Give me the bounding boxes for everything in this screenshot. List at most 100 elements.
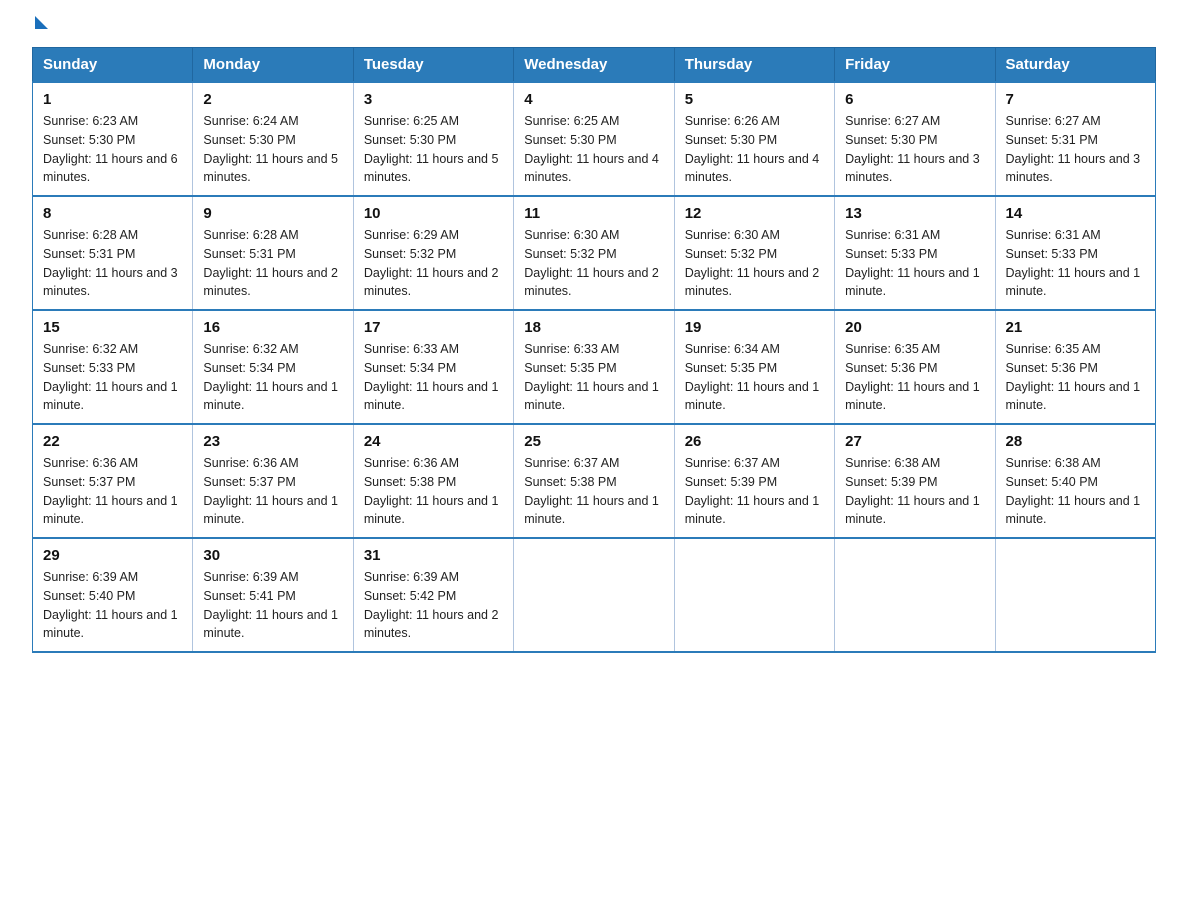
- day-info: Sunrise: 6:36 AMSunset: 5:38 PMDaylight:…: [364, 456, 499, 526]
- calendar-cell: 20 Sunrise: 6:35 AMSunset: 5:36 PMDaylig…: [835, 310, 995, 424]
- calendar-cell: 31 Sunrise: 6:39 AMSunset: 5:42 PMDaylig…: [353, 538, 513, 652]
- day-info: Sunrise: 6:25 AMSunset: 5:30 PMDaylight:…: [524, 114, 659, 184]
- day-info: Sunrise: 6:33 AMSunset: 5:34 PMDaylight:…: [364, 342, 499, 412]
- day-number: 26: [685, 433, 824, 450]
- calendar-header-row: SundayMondayTuesdayWednesdayThursdayFrid…: [33, 48, 1156, 83]
- calendar-cell: 23 Sunrise: 6:36 AMSunset: 5:37 PMDaylig…: [193, 424, 353, 538]
- calendar-cell: 3 Sunrise: 6:25 AMSunset: 5:30 PMDayligh…: [353, 82, 513, 196]
- day-info: Sunrise: 6:27 AMSunset: 5:31 PMDaylight:…: [1006, 114, 1141, 184]
- calendar-cell: [514, 538, 674, 652]
- day-info: Sunrise: 6:29 AMSunset: 5:32 PMDaylight:…: [364, 228, 499, 298]
- day-number: 5: [685, 91, 824, 108]
- day-info: Sunrise: 6:38 AMSunset: 5:40 PMDaylight:…: [1006, 456, 1141, 526]
- col-header-friday: Friday: [835, 48, 995, 83]
- day-info: Sunrise: 6:37 AMSunset: 5:38 PMDaylight:…: [524, 456, 659, 526]
- day-info: Sunrise: 6:27 AMSunset: 5:30 PMDaylight:…: [845, 114, 980, 184]
- calendar-cell: 30 Sunrise: 6:39 AMSunset: 5:41 PMDaylig…: [193, 538, 353, 652]
- day-number: 27: [845, 433, 984, 450]
- col-header-thursday: Thursday: [674, 48, 834, 83]
- day-info: Sunrise: 6:35 AMSunset: 5:36 PMDaylight:…: [1006, 342, 1141, 412]
- day-number: 3: [364, 91, 503, 108]
- calendar-cell: 24 Sunrise: 6:36 AMSunset: 5:38 PMDaylig…: [353, 424, 513, 538]
- calendar-cell: 9 Sunrise: 6:28 AMSunset: 5:31 PMDayligh…: [193, 196, 353, 310]
- col-header-saturday: Saturday: [995, 48, 1155, 83]
- calendar-cell: 25 Sunrise: 6:37 AMSunset: 5:38 PMDaylig…: [514, 424, 674, 538]
- calendar-cell: 4 Sunrise: 6:25 AMSunset: 5:30 PMDayligh…: [514, 82, 674, 196]
- day-number: 11: [524, 205, 663, 222]
- day-info: Sunrise: 6:37 AMSunset: 5:39 PMDaylight:…: [685, 456, 820, 526]
- calendar-cell: 8 Sunrise: 6:28 AMSunset: 5:31 PMDayligh…: [33, 196, 193, 310]
- calendar-cell: 11 Sunrise: 6:30 AMSunset: 5:32 PMDaylig…: [514, 196, 674, 310]
- calendar-cell: 17 Sunrise: 6:33 AMSunset: 5:34 PMDaylig…: [353, 310, 513, 424]
- day-info: Sunrise: 6:39 AMSunset: 5:41 PMDaylight:…: [203, 570, 338, 640]
- day-number: 30: [203, 547, 342, 564]
- day-number: 8: [43, 205, 182, 222]
- logo-arrow-icon: [35, 16, 48, 29]
- calendar-cell: 26 Sunrise: 6:37 AMSunset: 5:39 PMDaylig…: [674, 424, 834, 538]
- day-number: 10: [364, 205, 503, 222]
- day-info: Sunrise: 6:25 AMSunset: 5:30 PMDaylight:…: [364, 114, 499, 184]
- week-row-3: 15 Sunrise: 6:32 AMSunset: 5:33 PMDaylig…: [33, 310, 1156, 424]
- day-info: Sunrise: 6:39 AMSunset: 5:40 PMDaylight:…: [43, 570, 178, 640]
- day-info: Sunrise: 6:32 AMSunset: 5:33 PMDaylight:…: [43, 342, 178, 412]
- day-number: 31: [364, 547, 503, 564]
- calendar-cell: 6 Sunrise: 6:27 AMSunset: 5:30 PMDayligh…: [835, 82, 995, 196]
- week-row-1: 1 Sunrise: 6:23 AMSunset: 5:30 PMDayligh…: [33, 82, 1156, 196]
- calendar-cell: 19 Sunrise: 6:34 AMSunset: 5:35 PMDaylig…: [674, 310, 834, 424]
- day-number: 28: [1006, 433, 1145, 450]
- day-info: Sunrise: 6:31 AMSunset: 5:33 PMDaylight:…: [845, 228, 980, 298]
- day-number: 6: [845, 91, 984, 108]
- header: [32, 24, 1156, 29]
- day-number: 7: [1006, 91, 1145, 108]
- calendar-cell: 1 Sunrise: 6:23 AMSunset: 5:30 PMDayligh…: [33, 82, 193, 196]
- calendar-cell: [674, 538, 834, 652]
- calendar-cell: 18 Sunrise: 6:33 AMSunset: 5:35 PMDaylig…: [514, 310, 674, 424]
- calendar-cell: 15 Sunrise: 6:32 AMSunset: 5:33 PMDaylig…: [33, 310, 193, 424]
- day-info: Sunrise: 6:26 AMSunset: 5:30 PMDaylight:…: [685, 114, 820, 184]
- day-number: 24: [364, 433, 503, 450]
- day-number: 20: [845, 319, 984, 336]
- calendar-cell: 10 Sunrise: 6:29 AMSunset: 5:32 PMDaylig…: [353, 196, 513, 310]
- calendar-cell: 14 Sunrise: 6:31 AMSunset: 5:33 PMDaylig…: [995, 196, 1155, 310]
- calendar-cell: 28 Sunrise: 6:38 AMSunset: 5:40 PMDaylig…: [995, 424, 1155, 538]
- day-number: 13: [845, 205, 984, 222]
- day-number: 25: [524, 433, 663, 450]
- day-number: 29: [43, 547, 182, 564]
- day-number: 15: [43, 319, 182, 336]
- day-info: Sunrise: 6:32 AMSunset: 5:34 PMDaylight:…: [203, 342, 338, 412]
- calendar-cell: 27 Sunrise: 6:38 AMSunset: 5:39 PMDaylig…: [835, 424, 995, 538]
- day-info: Sunrise: 6:36 AMSunset: 5:37 PMDaylight:…: [43, 456, 178, 526]
- calendar-cell: 29 Sunrise: 6:39 AMSunset: 5:40 PMDaylig…: [33, 538, 193, 652]
- col-header-sunday: Sunday: [33, 48, 193, 83]
- calendar-cell: [995, 538, 1155, 652]
- calendar-cell: 12 Sunrise: 6:30 AMSunset: 5:32 PMDaylig…: [674, 196, 834, 310]
- calendar-cell: 2 Sunrise: 6:24 AMSunset: 5:30 PMDayligh…: [193, 82, 353, 196]
- day-number: 17: [364, 319, 503, 336]
- day-number: 12: [685, 205, 824, 222]
- day-number: 4: [524, 91, 663, 108]
- day-info: Sunrise: 6:23 AMSunset: 5:30 PMDaylight:…: [43, 114, 178, 184]
- day-number: 9: [203, 205, 342, 222]
- day-number: 1: [43, 91, 182, 108]
- calendar-cell: [835, 538, 995, 652]
- week-row-5: 29 Sunrise: 6:39 AMSunset: 5:40 PMDaylig…: [33, 538, 1156, 652]
- logo: [32, 24, 48, 29]
- col-header-wednesday: Wednesday: [514, 48, 674, 83]
- day-info: Sunrise: 6:35 AMSunset: 5:36 PMDaylight:…: [845, 342, 980, 412]
- day-info: Sunrise: 6:30 AMSunset: 5:32 PMDaylight:…: [685, 228, 820, 298]
- calendar-cell: 16 Sunrise: 6:32 AMSunset: 5:34 PMDaylig…: [193, 310, 353, 424]
- week-row-2: 8 Sunrise: 6:28 AMSunset: 5:31 PMDayligh…: [33, 196, 1156, 310]
- day-info: Sunrise: 6:39 AMSunset: 5:42 PMDaylight:…: [364, 570, 499, 640]
- day-info: Sunrise: 6:38 AMSunset: 5:39 PMDaylight:…: [845, 456, 980, 526]
- calendar-cell: 7 Sunrise: 6:27 AMSunset: 5:31 PMDayligh…: [995, 82, 1155, 196]
- day-info: Sunrise: 6:33 AMSunset: 5:35 PMDaylight:…: [524, 342, 659, 412]
- calendar-cell: 21 Sunrise: 6:35 AMSunset: 5:36 PMDaylig…: [995, 310, 1155, 424]
- calendar-cell: 5 Sunrise: 6:26 AMSunset: 5:30 PMDayligh…: [674, 82, 834, 196]
- day-number: 19: [685, 319, 824, 336]
- day-info: Sunrise: 6:28 AMSunset: 5:31 PMDaylight:…: [203, 228, 338, 298]
- day-number: 23: [203, 433, 342, 450]
- col-header-tuesday: Tuesday: [353, 48, 513, 83]
- day-info: Sunrise: 6:31 AMSunset: 5:33 PMDaylight:…: [1006, 228, 1141, 298]
- day-number: 16: [203, 319, 342, 336]
- day-info: Sunrise: 6:34 AMSunset: 5:35 PMDaylight:…: [685, 342, 820, 412]
